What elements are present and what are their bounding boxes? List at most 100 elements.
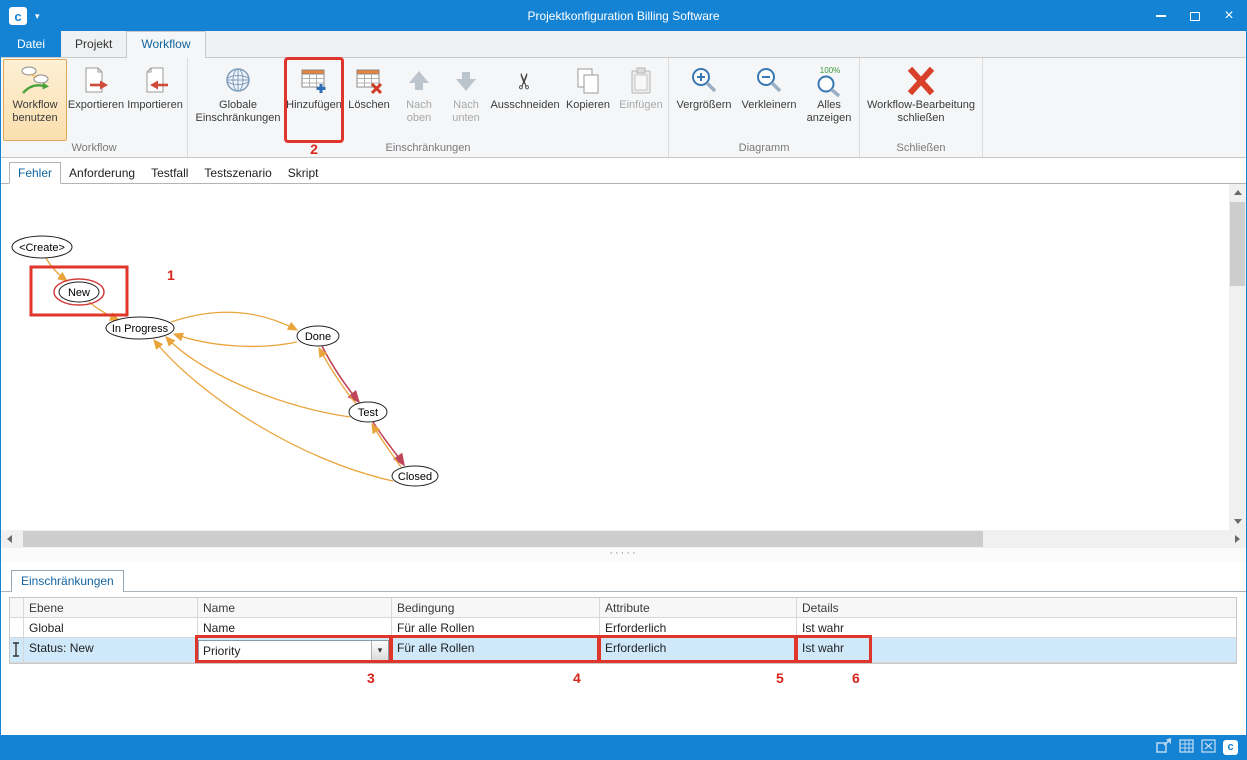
node-in-progress[interactable]: In Progress	[106, 317, 174, 339]
table-row-selected[interactable]: Status: New Priority ▾ Für alle Rollen E…	[10, 638, 1236, 663]
diagram-nodes: <Create> New In Progress Done Tes	[12, 236, 438, 486]
cell-bedingung[interactable]: Für alle Rollen	[392, 638, 600, 662]
maximize-button[interactable]	[1178, 1, 1212, 31]
zoom-100-badge: 100%	[820, 66, 840, 75]
workflow-diagram: <Create> New In Progress Done Tes	[1, 184, 1231, 530]
header-attribute[interactable]: Attribute	[600, 598, 797, 617]
annotation-number-2: 2	[310, 141, 318, 157]
header-details[interactable]: Details	[797, 598, 1236, 617]
vertical-scroll-thumb[interactable]	[1230, 202, 1245, 286]
header-name[interactable]: Name	[198, 598, 392, 617]
button-label: Importieren	[127, 99, 183, 112]
node-create[interactable]: <Create>	[12, 236, 72, 258]
cell-ebene[interactable]: Status: New	[24, 638, 198, 662]
scissors-icon: ✂	[512, 72, 538, 90]
statusbar-app-logo[interactable]: c	[1223, 740, 1238, 755]
tab-einschraenkungen[interactable]: Einschränkungen	[11, 570, 124, 592]
table-header-row: Ebene Name Bedingung Attribute Details	[10, 598, 1236, 618]
cell-name: Priority ▾	[198, 638, 392, 662]
tab-anforderung[interactable]: Anforderung	[61, 163, 143, 183]
cell-details[interactable]: Ist wahr	[797, 638, 1236, 662]
statusbar: c	[1, 735, 1246, 759]
einfuegen-button: Einfügen	[616, 59, 666, 141]
importieren-button[interactable]: Importieren	[125, 59, 185, 141]
ribbon-tab-workflow[interactable]: Workflow	[126, 31, 205, 58]
app-icon[interactable]: c	[9, 7, 27, 25]
panel-splitter[interactable]: ·····	[1, 548, 1246, 562]
cell-bedingung[interactable]: Für alle Rollen	[392, 618, 600, 637]
annotation-number-6: 6	[852, 670, 860, 686]
button-label: Kopieren	[566, 99, 610, 112]
ausschneiden-button[interactable]: ✂ Ausschneiden	[490, 59, 560, 141]
priority-combobox[interactable]: Priority ▾	[198, 640, 389, 661]
alles-anzeigen-button[interactable]: 100% Alles anzeigen	[801, 59, 857, 141]
header-bedingung[interactable]: Bedingung	[392, 598, 600, 617]
hinzufuegen-button[interactable]: Hinzufügen 2	[286, 59, 342, 141]
ribbon-group-diagramm: Vergrößern Verkleinern 100% Alles anzeig…	[669, 58, 860, 157]
workflow-canvas[interactable]: <Create> New In Progress Done Tes	[1, 184, 1246, 548]
tab-testszenario[interactable]: Testszenario	[196, 163, 279, 183]
edge-test-done	[319, 348, 357, 405]
svg-text:Closed: Closed	[398, 471, 432, 483]
scroll-down-button[interactable]	[1229, 513, 1246, 530]
button-label: Verkleinern	[741, 99, 796, 112]
scroll-up-button[interactable]	[1229, 184, 1246, 201]
cell-name[interactable]: Name	[198, 618, 392, 637]
node-closed[interactable]: Closed	[392, 466, 438, 486]
header-ebene[interactable]: Ebene	[24, 598, 198, 617]
group-label-diagramm: Diagramm	[671, 141, 857, 157]
svg-text:New: New	[68, 287, 90, 299]
workflow-use-icon	[20, 63, 50, 99]
workflow-benutzen-button[interactable]: Workflow benutzen	[3, 59, 67, 141]
button-label: Ausschneiden	[490, 99, 559, 112]
kopieren-button[interactable]: Kopieren	[560, 59, 616, 141]
cell-attribute[interactable]: Erforderlich	[600, 618, 797, 637]
node-done[interactable]: Done	[297, 326, 339, 346]
exportieren-button[interactable]: Exportieren	[67, 59, 125, 141]
cell-ebene[interactable]: Global	[24, 618, 198, 637]
table-row[interactable]: Global Name Für alle Rollen Erforderlich…	[10, 618, 1236, 638]
button-label: Workflow-Bearbeitung schließen	[865, 99, 977, 125]
tab-fehler[interactable]: Fehler	[9, 162, 61, 184]
minimize-icon	[1156, 15, 1166, 17]
zoom-out-icon	[754, 63, 784, 99]
loeschen-button[interactable]: Löschen	[342, 59, 396, 141]
workflow-bearbeitung-schliessen-button[interactable]: Workflow-Bearbeitung schließen	[862, 59, 980, 141]
caret-down-icon: ▾	[378, 645, 383, 656]
tab-testfall[interactable]: Testfall	[143, 163, 196, 183]
ribbon: Workflow benutzen Exportieren Importiere…	[1, 58, 1246, 158]
ribbon-tab-datei[interactable]: Datei	[1, 31, 61, 57]
verkleinern-button[interactable]: Verkleinern	[737, 59, 801, 141]
constraints-panel: Einschränkungen Ebene Name Bedingung Att…	[1, 562, 1246, 737]
edge-done-inprogress	[174, 334, 297, 346]
cell-attribute[interactable]: Erforderlich	[600, 638, 797, 662]
statusbar-flow-icon[interactable]	[1156, 738, 1172, 756]
annotation-number-5: 5	[776, 670, 784, 686]
node-new[interactable]: New	[54, 279, 104, 305]
window-title: Projektkonfiguration Billing Software	[527, 9, 719, 23]
arrow-up-icon	[406, 63, 432, 99]
tab-skript[interactable]: Skript	[280, 163, 327, 183]
statusbar-grid-icon[interactable]	[1179, 739, 1194, 756]
close-button[interactable]: ×	[1212, 1, 1246, 31]
vergroessern-button[interactable]: Vergrößern	[671, 59, 737, 141]
node-test[interactable]: Test	[349, 402, 387, 422]
scroll-right-button[interactable]	[1229, 530, 1246, 547]
horizontal-scroll-thumb[interactable]	[23, 531, 983, 547]
cell-details[interactable]: Ist wahr	[797, 618, 1236, 637]
paste-icon	[628, 63, 654, 99]
statusbar-close-box-icon[interactable]	[1201, 739, 1216, 756]
annotation-number-1: 1	[167, 267, 175, 283]
ribbon-group-schliessen: Workflow-Bearbeitung schließen Schließen	[860, 58, 983, 157]
quick-access-caret-icon[interactable]: ▾	[35, 11, 40, 22]
ribbon-tab-projekt[interactable]: Projekt	[61, 31, 126, 57]
vertical-scrollbar[interactable]	[1229, 184, 1246, 530]
horizontal-scrollbar[interactable]	[1, 530, 1246, 548]
group-label-workflow: Workflow	[3, 141, 185, 157]
scroll-left-button[interactable]	[1, 530, 18, 547]
edge-closed-test	[372, 424, 401, 467]
combobox-dropdown-button[interactable]: ▾	[371, 641, 388, 660]
minimize-button[interactable]	[1144, 1, 1178, 31]
doc-tab-strip: Fehler Anforderung Testfall Testszenario…	[1, 158, 1246, 184]
globale-einschraenkungen-button[interactable]: Globale Einschränkungen	[190, 59, 286, 141]
